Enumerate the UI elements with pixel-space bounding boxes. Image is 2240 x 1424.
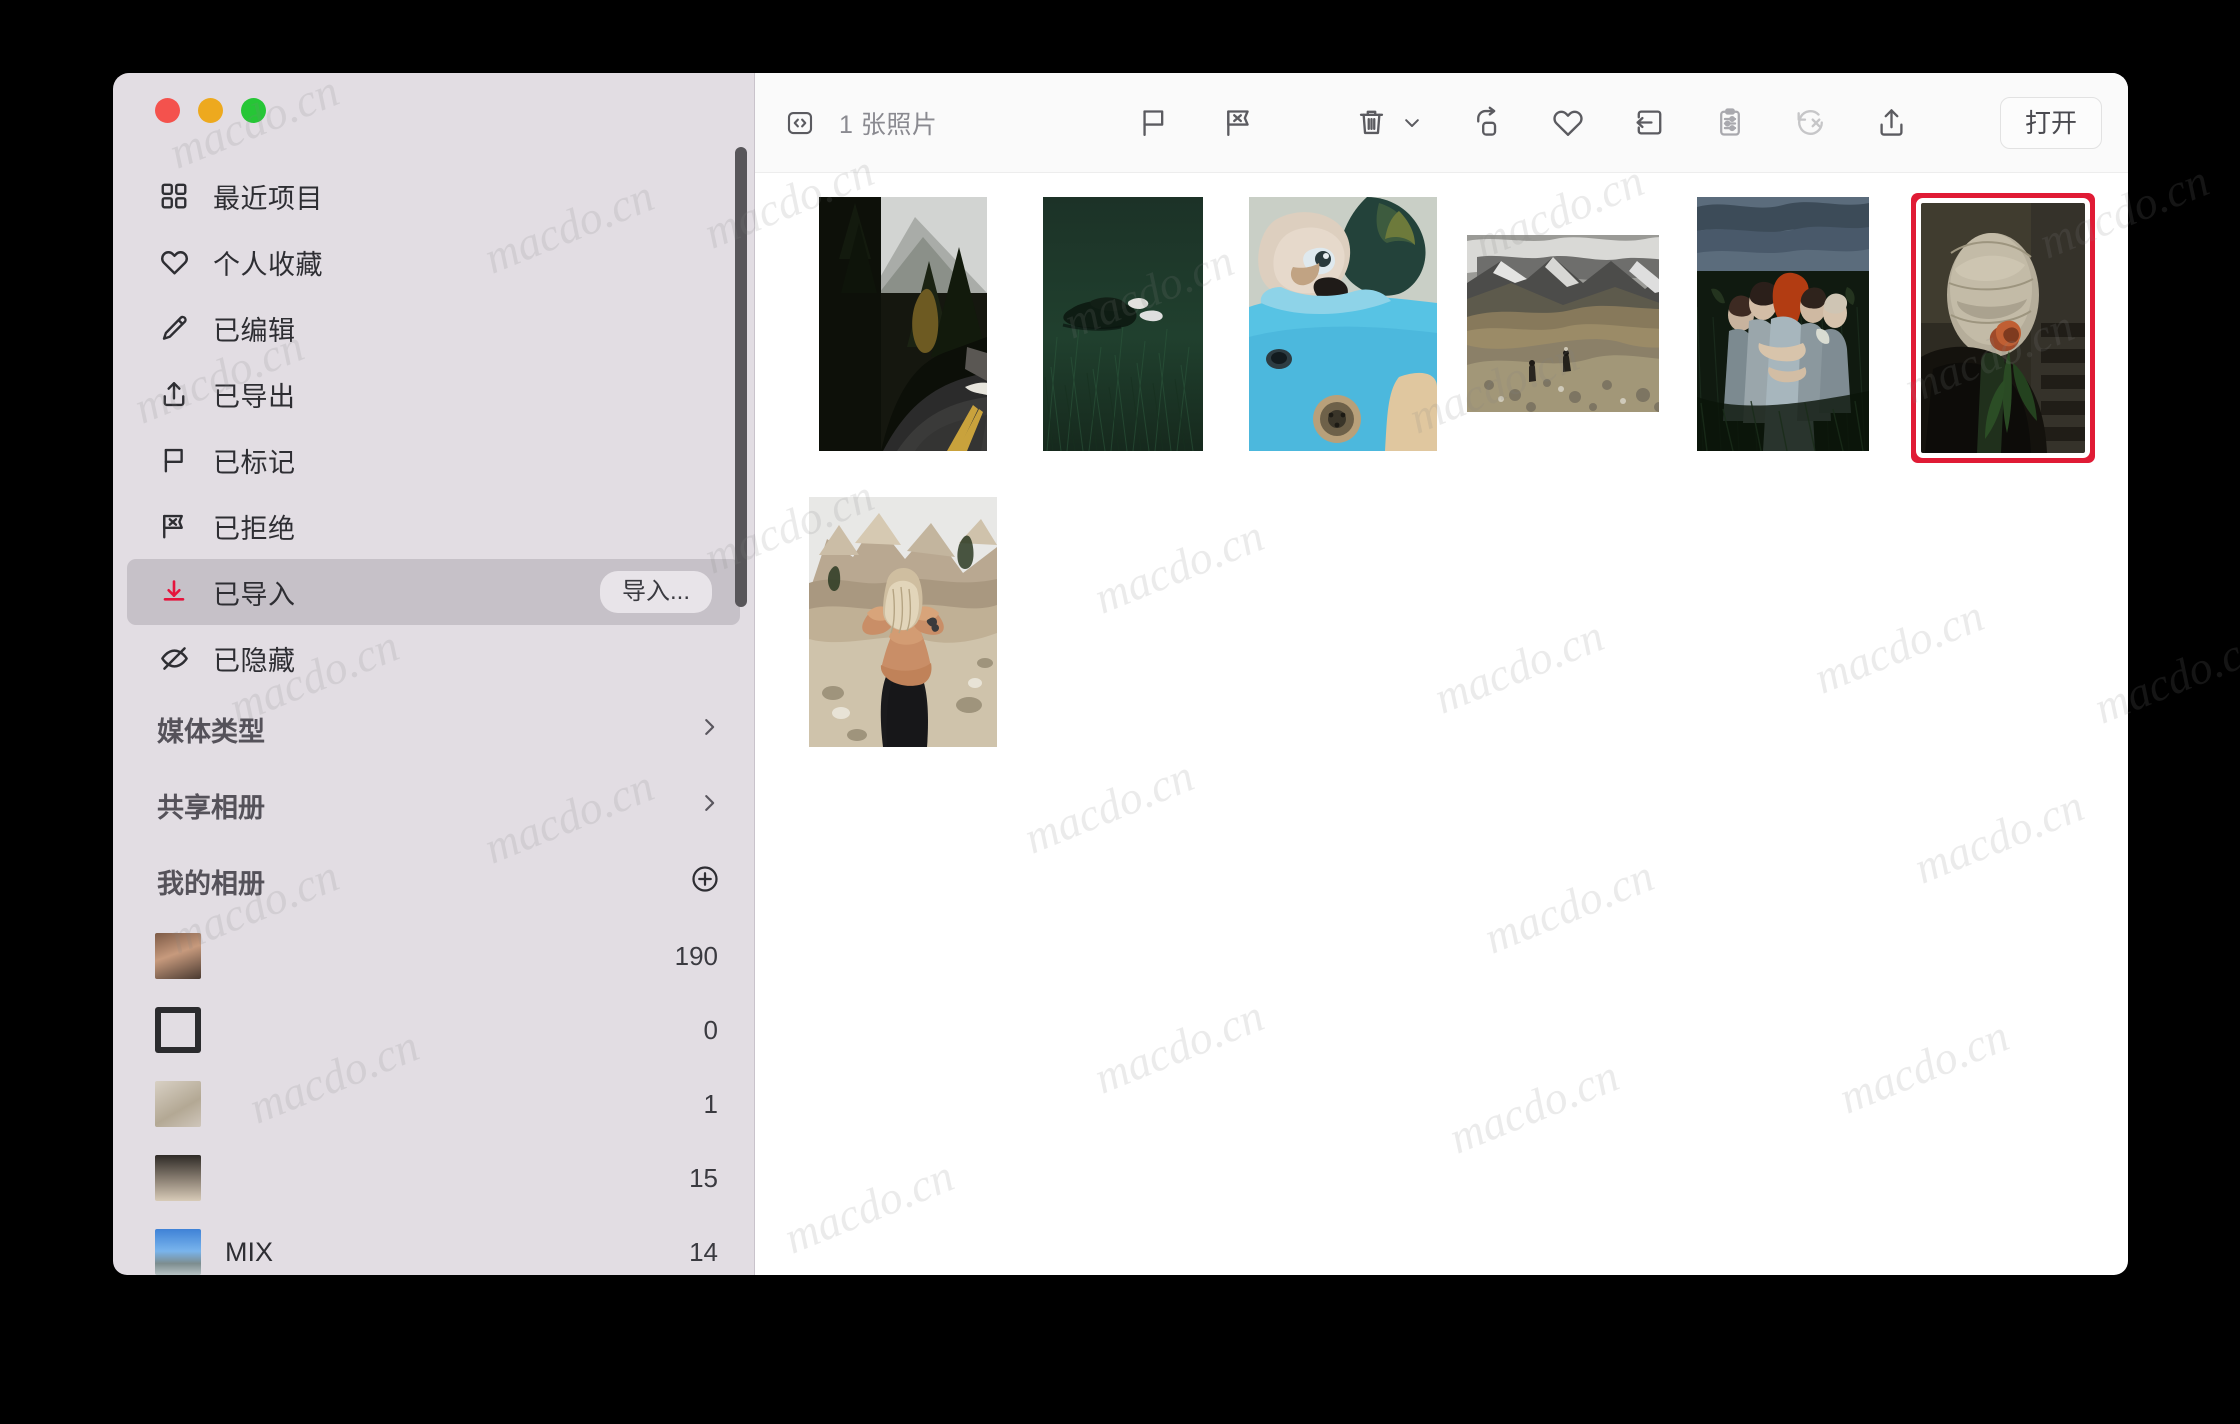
photo-grid	[755, 173, 2128, 1275]
import-to-album-button[interactable]	[1633, 106, 1666, 139]
section-label: 媒体类型	[157, 716, 265, 747]
photo-grass-person	[1043, 197, 1203, 451]
photo-thumbnail[interactable]	[819, 197, 987, 451]
photo-forest-road	[819, 197, 987, 451]
photo-mountain-hike	[1467, 235, 1659, 412]
sidebar-item-hidden[interactable]: 已隐藏	[127, 625, 740, 691]
rotate-button[interactable]	[1470, 106, 1503, 139]
sidebar-section-media-types[interactable]: 媒体类型	[113, 691, 754, 767]
album-list-item[interactable]: 190	[113, 919, 754, 993]
photo-grid-item-selected[interactable]	[1907, 197, 2099, 469]
share-button[interactable]	[1875, 106, 1908, 139]
favorite-button[interactable]	[1551, 106, 1585, 140]
sidebar-toggle-button[interactable]	[785, 108, 815, 138]
sidebar-item-label: 已编辑	[213, 315, 296, 346]
album-list-item[interactable]: 1	[113, 1067, 754, 1141]
sidebar-item-label: 已导出	[213, 381, 296, 412]
delete-button[interactable]	[1355, 106, 1388, 139]
photo-thumbnail[interactable]	[1249, 197, 1437, 451]
import-down-icon	[157, 575, 191, 609]
eye-slash-icon	[157, 641, 191, 675]
album-thumbnail	[155, 1007, 201, 1053]
album-count: 190	[674, 940, 718, 971]
album-count: 14	[689, 1236, 718, 1267]
sidebar-item-favorites[interactable]: 个人收藏	[127, 229, 740, 295]
photo-thumbnail[interactable]	[809, 497, 997, 747]
flag-icon	[157, 443, 191, 477]
sidebar-item-label: 已隐藏	[213, 645, 296, 676]
toolbar: 1 张照片 打开	[755, 73, 2128, 173]
sidebar-item-rejected[interactable]: 已拒绝	[127, 493, 740, 559]
reject-flag-icon	[157, 509, 191, 543]
export-icon	[157, 377, 191, 411]
main-content: 1 张照片 打开	[755, 73, 2128, 1275]
photo-thumbnail[interactable]	[1043, 197, 1203, 451]
photo-grid-item[interactable]	[1467, 197, 1659, 469]
album-list-item[interactable]: MIX 14	[113, 1215, 754, 1275]
sidebar-item-imported[interactable]: 已导入 导入...	[127, 559, 740, 625]
album-count: 0	[703, 1014, 718, 1045]
chevron-right-icon[interactable]	[698, 716, 720, 743]
sidebar-scrollbar-thumb[interactable]	[735, 147, 747, 607]
album-list-item[interactable]: 0	[113, 993, 754, 1067]
reject-button[interactable]	[1222, 106, 1255, 139]
album-thumbnail	[155, 1229, 201, 1275]
sidebar-section-my-albums: 我的相册	[113, 843, 754, 919]
plus-circle-icon[interactable]	[690, 864, 720, 899]
sidebar-item-recents[interactable]: 最近项目	[127, 163, 740, 229]
album-name: MIX	[225, 1236, 274, 1267]
window-traffic-lights	[155, 98, 266, 123]
photos-app-window: 最近项目 个人收藏 已编辑 已导出 已标记 已拒绝 已导入 导入... 已隐藏 …	[113, 73, 2128, 1275]
minimize-button[interactable]	[198, 98, 223, 123]
album-list-item[interactable]: 15	[113, 1141, 754, 1215]
sidebar-nav: 最近项目 个人收藏 已编辑 已导出 已标记 已拒绝 已导入 导入... 已隐藏 …	[113, 163, 754, 1275]
pencil-icon	[157, 311, 191, 345]
photo-grid-item[interactable]	[1247, 197, 1439, 469]
sidebar-section-shared-albums[interactable]: 共享相册	[113, 767, 754, 843]
sidebar-item-edited[interactable]: 已编辑	[127, 295, 740, 361]
album-thumbnail	[155, 1155, 201, 1201]
grid-icon	[157, 179, 191, 213]
chevron-right-icon[interactable]	[698, 792, 720, 819]
photo-thumbnail[interactable]	[1697, 197, 1869, 451]
sidebar: 最近项目 个人收藏 已编辑 已导出 已标记 已拒绝 已导入 导入... 已隐藏 …	[113, 73, 755, 1275]
sidebar-item-label: 最近项目	[213, 183, 323, 214]
album-thumbnail	[155, 933, 201, 979]
sidebar-scrollbar-track[interactable]	[735, 147, 747, 1197]
reset-adjustments-button[interactable]	[1794, 106, 1827, 139]
photo-grid-item[interactable]	[807, 197, 999, 469]
adjustments-button[interactable]	[1714, 107, 1746, 139]
sidebar-item-label: 已标记	[213, 447, 296, 478]
section-label: 共享相册	[157, 792, 265, 823]
photo-thumbnail[interactable]	[1467, 235, 1659, 412]
photo-bathtub	[1249, 197, 1437, 451]
zoom-button[interactable]	[241, 98, 266, 123]
close-button[interactable]	[155, 98, 180, 123]
photo-thumbnail[interactable]	[1916, 198, 2090, 458]
photo-grid-item[interactable]	[807, 491, 999, 763]
album-thumbnail	[155, 1081, 201, 1127]
delete-options-dropdown[interactable]	[1402, 113, 1422, 133]
import-button[interactable]: 导入...	[599, 571, 712, 613]
sidebar-item-label: 已导入	[213, 579, 296, 610]
photo-grid-item[interactable]	[1027, 197, 1219, 469]
photo-grid-item[interactable]	[1687, 197, 1879, 469]
section-label: 我的相册	[157, 868, 265, 899]
album-count: 1	[703, 1088, 718, 1119]
album-count: 15	[689, 1162, 718, 1193]
sidebar-item-exported[interactable]: 已导出	[127, 361, 740, 427]
flag-button[interactable]	[1137, 106, 1170, 139]
sidebar-item-flagged[interactable]: 已标记	[127, 427, 740, 493]
sidebar-item-label: 个人收藏	[213, 249, 323, 280]
sidebar-item-label: 已拒绝	[213, 513, 296, 544]
photo-wrapped-face	[1921, 203, 2085, 453]
photo-count-label: 1 张照片	[839, 110, 938, 139]
photo-field-women	[1697, 197, 1869, 451]
photo-desert-back	[809, 497, 997, 747]
open-button[interactable]: 打开	[1999, 96, 2102, 149]
heart-icon	[157, 245, 191, 279]
